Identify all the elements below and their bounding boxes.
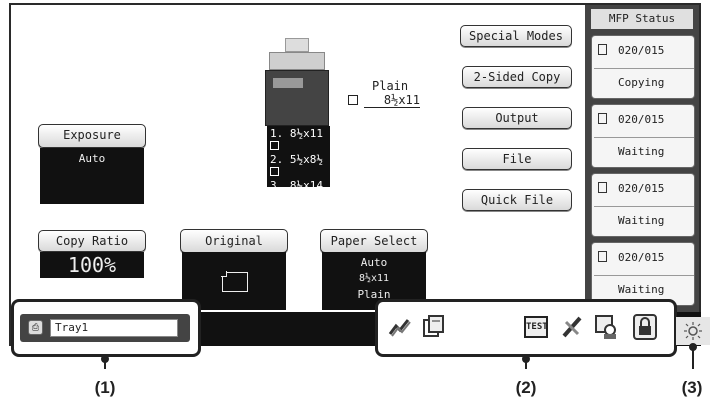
exposure-value-box: Auto <box>40 148 144 204</box>
paper-type: Plain <box>372 79 409 93</box>
tray-list: 1. 8½x11 2. 5½x8½ 3. 8½x14 4. 8½x11 <box>267 126 330 228</box>
quick-file-button[interactable]: Quick File <box>462 189 572 211</box>
tool-icon[interactable] <box>560 314 584 340</box>
mfp-status-panel: MFP Status 020/015 Copying 020/015 Waiti… <box>585 5 699 317</box>
callout-box-1: ⎙ Tray1 <box>11 299 201 357</box>
job-status-card[interactable]: 020/015 Waiting <box>591 104 695 168</box>
job-state: Copying <box>618 76 665 89</box>
user-icon[interactable] <box>594 314 620 340</box>
copy-job-icon <box>598 182 607 193</box>
job-status-card[interactable]: 020/015 Copying <box>591 35 695 99</box>
job-count: 020/015 <box>618 44 665 57</box>
system-icons: TEST <box>382 310 670 346</box>
copier-scanner-lid <box>285 38 309 52</box>
tray-row[interactable]: 1. 8½x11 <box>270 127 327 153</box>
brightness-icon <box>684 322 702 340</box>
callout-label-2: (2) <box>515 378 537 397</box>
job-state: Waiting <box>618 214 665 227</box>
exposure-label: Exposure <box>63 128 121 142</box>
paper-select-mode: Auto <box>360 256 388 269</box>
tray-hand-icon <box>348 95 358 105</box>
copy-ratio-value: 100% <box>67 253 117 277</box>
callout-box-2: TEST <box>375 299 677 357</box>
copy-ratio-value-box: 100% <box>40 252 144 278</box>
file-button[interactable]: File <box>462 148 572 170</box>
output-button[interactable]: Output <box>462 107 572 129</box>
test-icon[interactable]: TEST <box>524 316 548 338</box>
copy-ratio-button[interactable]: Copy Ratio <box>38 230 146 252</box>
special-modes-button[interactable]: Special Modes <box>460 25 572 47</box>
paper-select-label: Paper Select <box>330 234 418 248</box>
job-count: 020/015 <box>618 182 665 195</box>
job-status-card[interactable]: 020/015 Waiting <box>591 173 695 237</box>
callout-dot-3 <box>689 343 697 351</box>
paper-select-size: 8½x11 <box>358 273 390 284</box>
job-count: 020/015 <box>618 113 665 126</box>
scan-icon[interactable] <box>422 314 446 338</box>
paper-size: 8½x11 <box>364 93 420 108</box>
callout-label-1: (1) <box>94 378 116 397</box>
tray-row[interactable]: 4. 8½x11 <box>270 205 327 231</box>
copier-top <box>269 52 325 70</box>
original-corner-fold <box>221 271 227 277</box>
job-status-card[interactable]: 020/015 Waiting <box>591 242 695 306</box>
copy-job-icon <box>598 251 607 262</box>
tray-row[interactable]: 2. 5½x8½ <box>270 153 327 179</box>
exposure-value: Auto <box>78 152 106 165</box>
callout-label-3: (3) <box>681 378 703 397</box>
tray-icon: ⎙ <box>28 320 43 335</box>
original-label: Original <box>205 234 263 248</box>
copier-output-slot <box>273 78 303 88</box>
paper-select-button[interactable]: Paper Select <box>320 229 428 253</box>
job-state: Waiting <box>618 145 665 158</box>
copy-job-icon <box>598 113 607 124</box>
tray-label: Tray1 <box>55 321 89 334</box>
tray-indicator-bg: ⎙ Tray1 <box>20 314 190 342</box>
two-sided-copy-button[interactable]: 2-Sided Copy <box>462 66 572 88</box>
lock-icon[interactable] <box>632 313 658 341</box>
copier-illustration <box>265 38 330 128</box>
tray-row[interactable]: 3. 8½x14 <box>270 179 327 205</box>
callout-dot-2 <box>522 355 530 363</box>
original-button[interactable]: Original <box>180 229 288 253</box>
fax-icon[interactable] <box>388 316 412 338</box>
callout-dot-1 <box>101 355 109 363</box>
copy-ratio-label: Copy Ratio <box>55 234 129 248</box>
job-count: 020/015 <box>618 251 665 264</box>
exposure-button[interactable]: Exposure <box>38 124 146 148</box>
tray-status-field[interactable]: Tray1 <box>50 319 178 337</box>
copy-job-icon <box>598 44 607 55</box>
mfp-status-title: MFP Status <box>591 9 693 29</box>
brightness-button[interactable] <box>676 317 710 345</box>
job-state: Waiting <box>618 283 665 296</box>
